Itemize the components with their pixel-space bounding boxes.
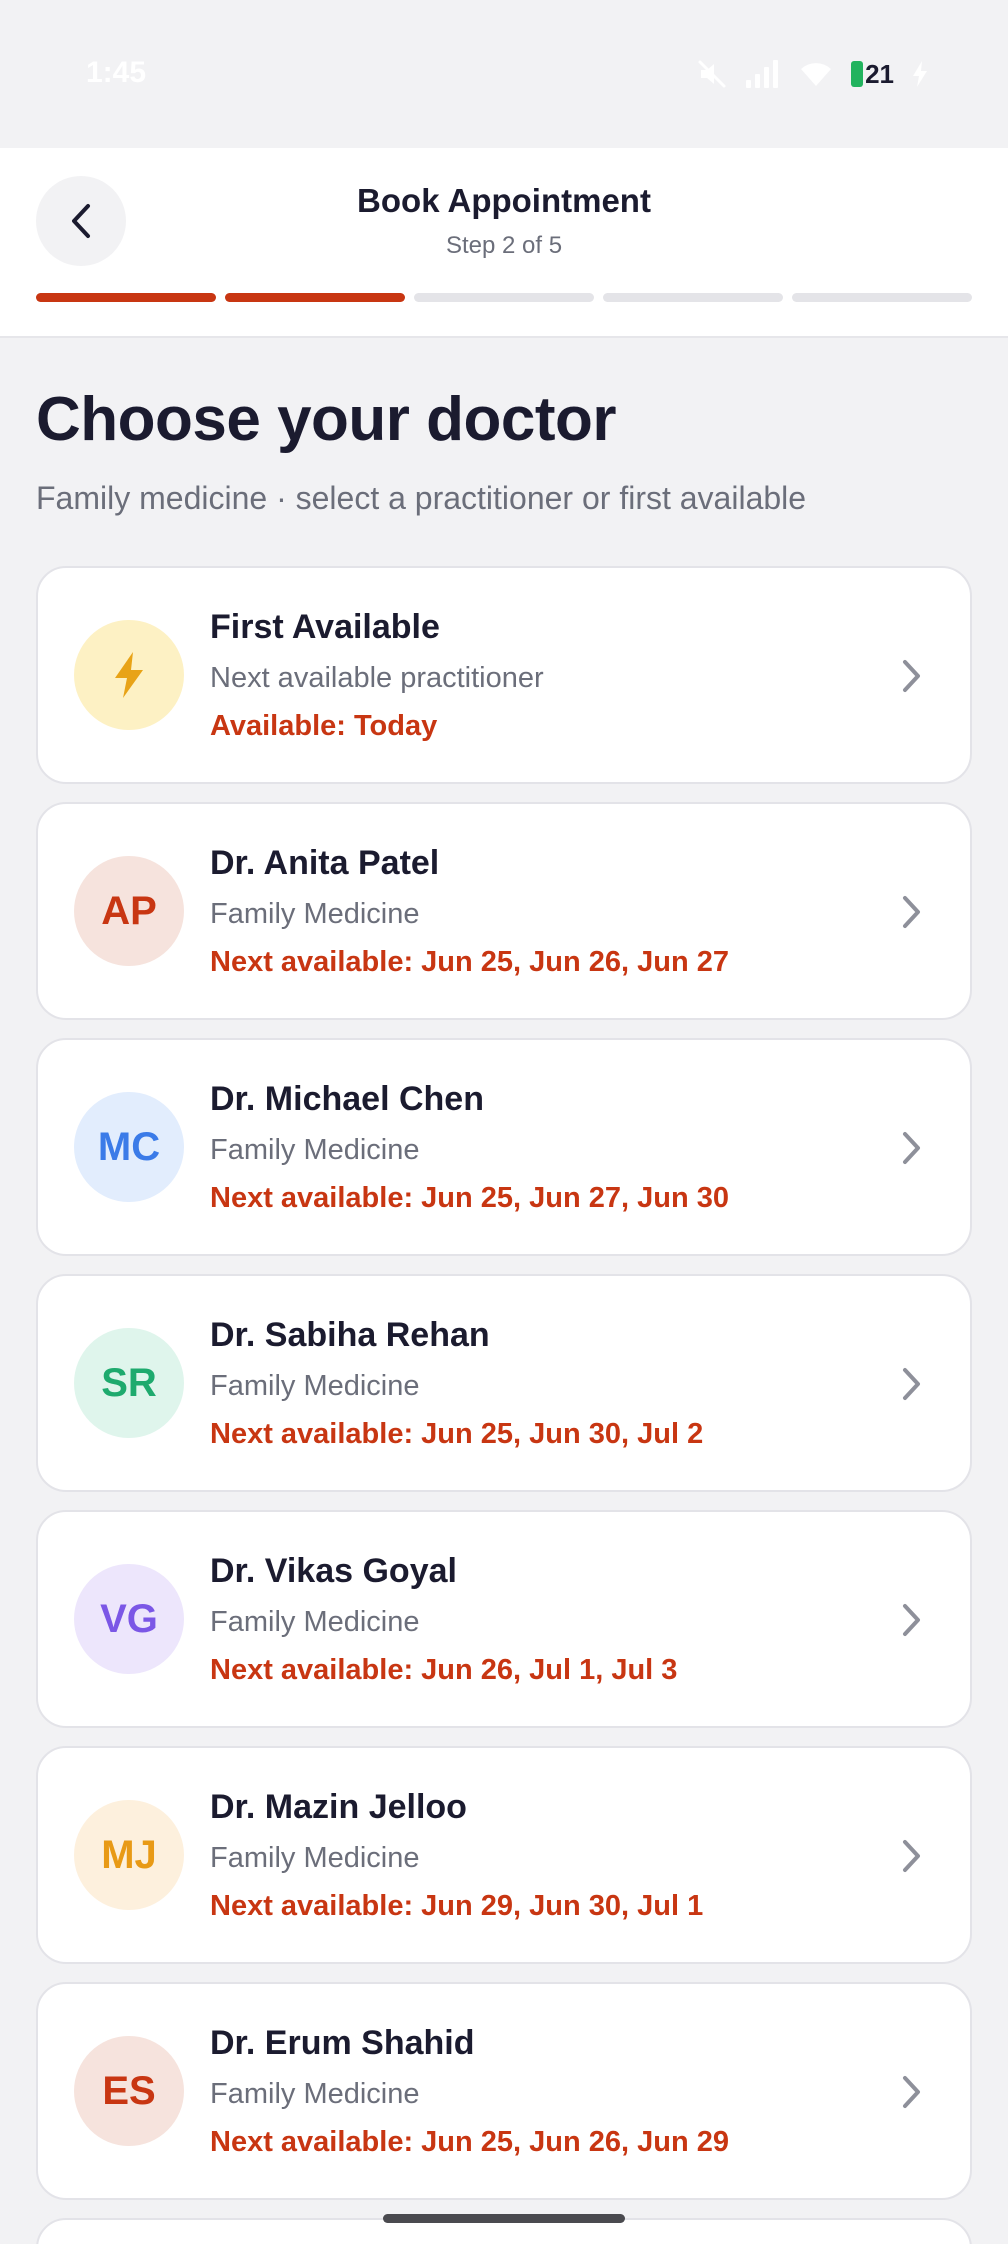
- home-indicator[interactable]: [383, 2214, 625, 2223]
- doctor-card[interactable]: SR Dr. Sabiha Rehan Family Medicine Next…: [36, 1274, 972, 1492]
- avatar: VG: [74, 1564, 184, 1674]
- progress-segment: [225, 293, 405, 302]
- doctor-specialty: Family Medicine: [210, 1134, 420, 1166]
- doctor-card[interactable]: MC Dr. Michael Chen Family Medicine Next…: [36, 1038, 972, 1256]
- doctor-specialty: Family Medicine: [210, 1606, 420, 1638]
- doctor-specialty: Family Medicine: [210, 2078, 420, 2110]
- header: Book Appointment Step 2 of 5: [0, 148, 1008, 338]
- doctor-availability: Next available: Jun 26, Jul 1, Jul 3: [210, 1654, 678, 1686]
- progress-segment: [792, 293, 972, 302]
- status-time: 1:45: [86, 56, 147, 89]
- option-specialty: Next available practitioner: [210, 662, 544, 694]
- chevron-right-icon: [903, 896, 920, 928]
- doctor-name: Dr. Vikas Goyal: [210, 1552, 457, 1590]
- lightning-avatar: [74, 620, 184, 730]
- chevron-right-icon: [903, 660, 920, 692]
- chevron-right-icon: [903, 1840, 920, 1872]
- avatar: MC: [74, 1092, 184, 1202]
- page-title: Choose your doctor: [36, 385, 617, 454]
- doctor-availability: Next available: Jun 25, Jun 30, Jul 2: [210, 1418, 704, 1450]
- lightning-icon: [115, 652, 143, 698]
- doctor-availability: Next available: Jun 25, Jun 26, Jun 29: [210, 2126, 729, 2158]
- option-availability: Available: Today: [210, 710, 438, 742]
- doctor-specialty: Family Medicine: [210, 1370, 420, 1402]
- avatar: MJ: [74, 1800, 184, 1910]
- doctor-availability: Next available: Jun 29, Jun 30, Jul 1: [210, 1890, 704, 1922]
- doctor-name: Dr. Sabiha Rehan: [210, 1316, 490, 1354]
- progress-bar: [36, 293, 972, 302]
- chevron-right-icon: [903, 1368, 920, 1400]
- doctor-list: First Available Next available practitio…: [36, 566, 972, 2218]
- doctor-name: Dr. Michael Chen: [210, 1080, 484, 1118]
- doctor-availability: Next available: Jun 25, Jun 27, Jun 30: [210, 1182, 729, 1214]
- mute-icon: [698, 60, 726, 88]
- doctor-name: Dr. Erum Shahid: [210, 2024, 475, 2062]
- header-title: Book Appointment: [357, 182, 651, 219]
- doctor-name: Dr. Mazin Jelloo: [210, 1788, 467, 1826]
- doctor-specialty: Family Medicine: [210, 898, 420, 930]
- progress-segment: [414, 293, 594, 302]
- doctor-card[interactable]: VG Dr. Vikas Goyal Family Medicine Next …: [36, 1510, 972, 1728]
- page-subtitle: Family medicine · select a practitioner …: [36, 480, 807, 516]
- status-icons: 21: [697, 56, 928, 92]
- first-available-card[interactable]: First Available Next available practitio…: [36, 566, 972, 784]
- status-bar: 1:45 21: [0, 0, 1008, 148]
- doctor-card[interactable]: AP Dr. Anita Patel Family Medicine Next …: [36, 802, 972, 1020]
- avatar: ES: [74, 2036, 184, 2146]
- option-name: First Available: [210, 608, 440, 646]
- step-indicator: Step 2 of 5: [445, 232, 563, 259]
- battery-cell: [851, 61, 864, 87]
- doctor-card[interactable]: MJ Dr. Mazin Jelloo Family Medicine Next…: [36, 1746, 972, 1964]
- signal-icon: [746, 60, 779, 88]
- doctor-specialty: Family Medicine: [210, 1842, 420, 1874]
- chevron-right-icon: [903, 1132, 920, 1164]
- progress-segment: [603, 293, 783, 302]
- doctor-availability: Next available: Jun 25, Jun 26, Jun 27: [210, 946, 729, 978]
- wifi-icon: [801, 63, 832, 86]
- doctor-name: Dr. Anita Patel: [210, 844, 440, 882]
- doctor-card[interactable]: ES Dr. Erum Shahid Family Medicine Next …: [36, 1982, 972, 2200]
- chevron-right-icon: [903, 1604, 920, 1636]
- chevron-right-icon: [903, 2076, 920, 2108]
- progress-segment: [36, 293, 216, 302]
- charging-icon: [913, 61, 927, 87]
- avatar: SR: [74, 1328, 184, 1438]
- avatar: AP: [74, 856, 184, 966]
- battery-icon: 21: [851, 59, 894, 90]
- battery-level: 21: [865, 58, 894, 89]
